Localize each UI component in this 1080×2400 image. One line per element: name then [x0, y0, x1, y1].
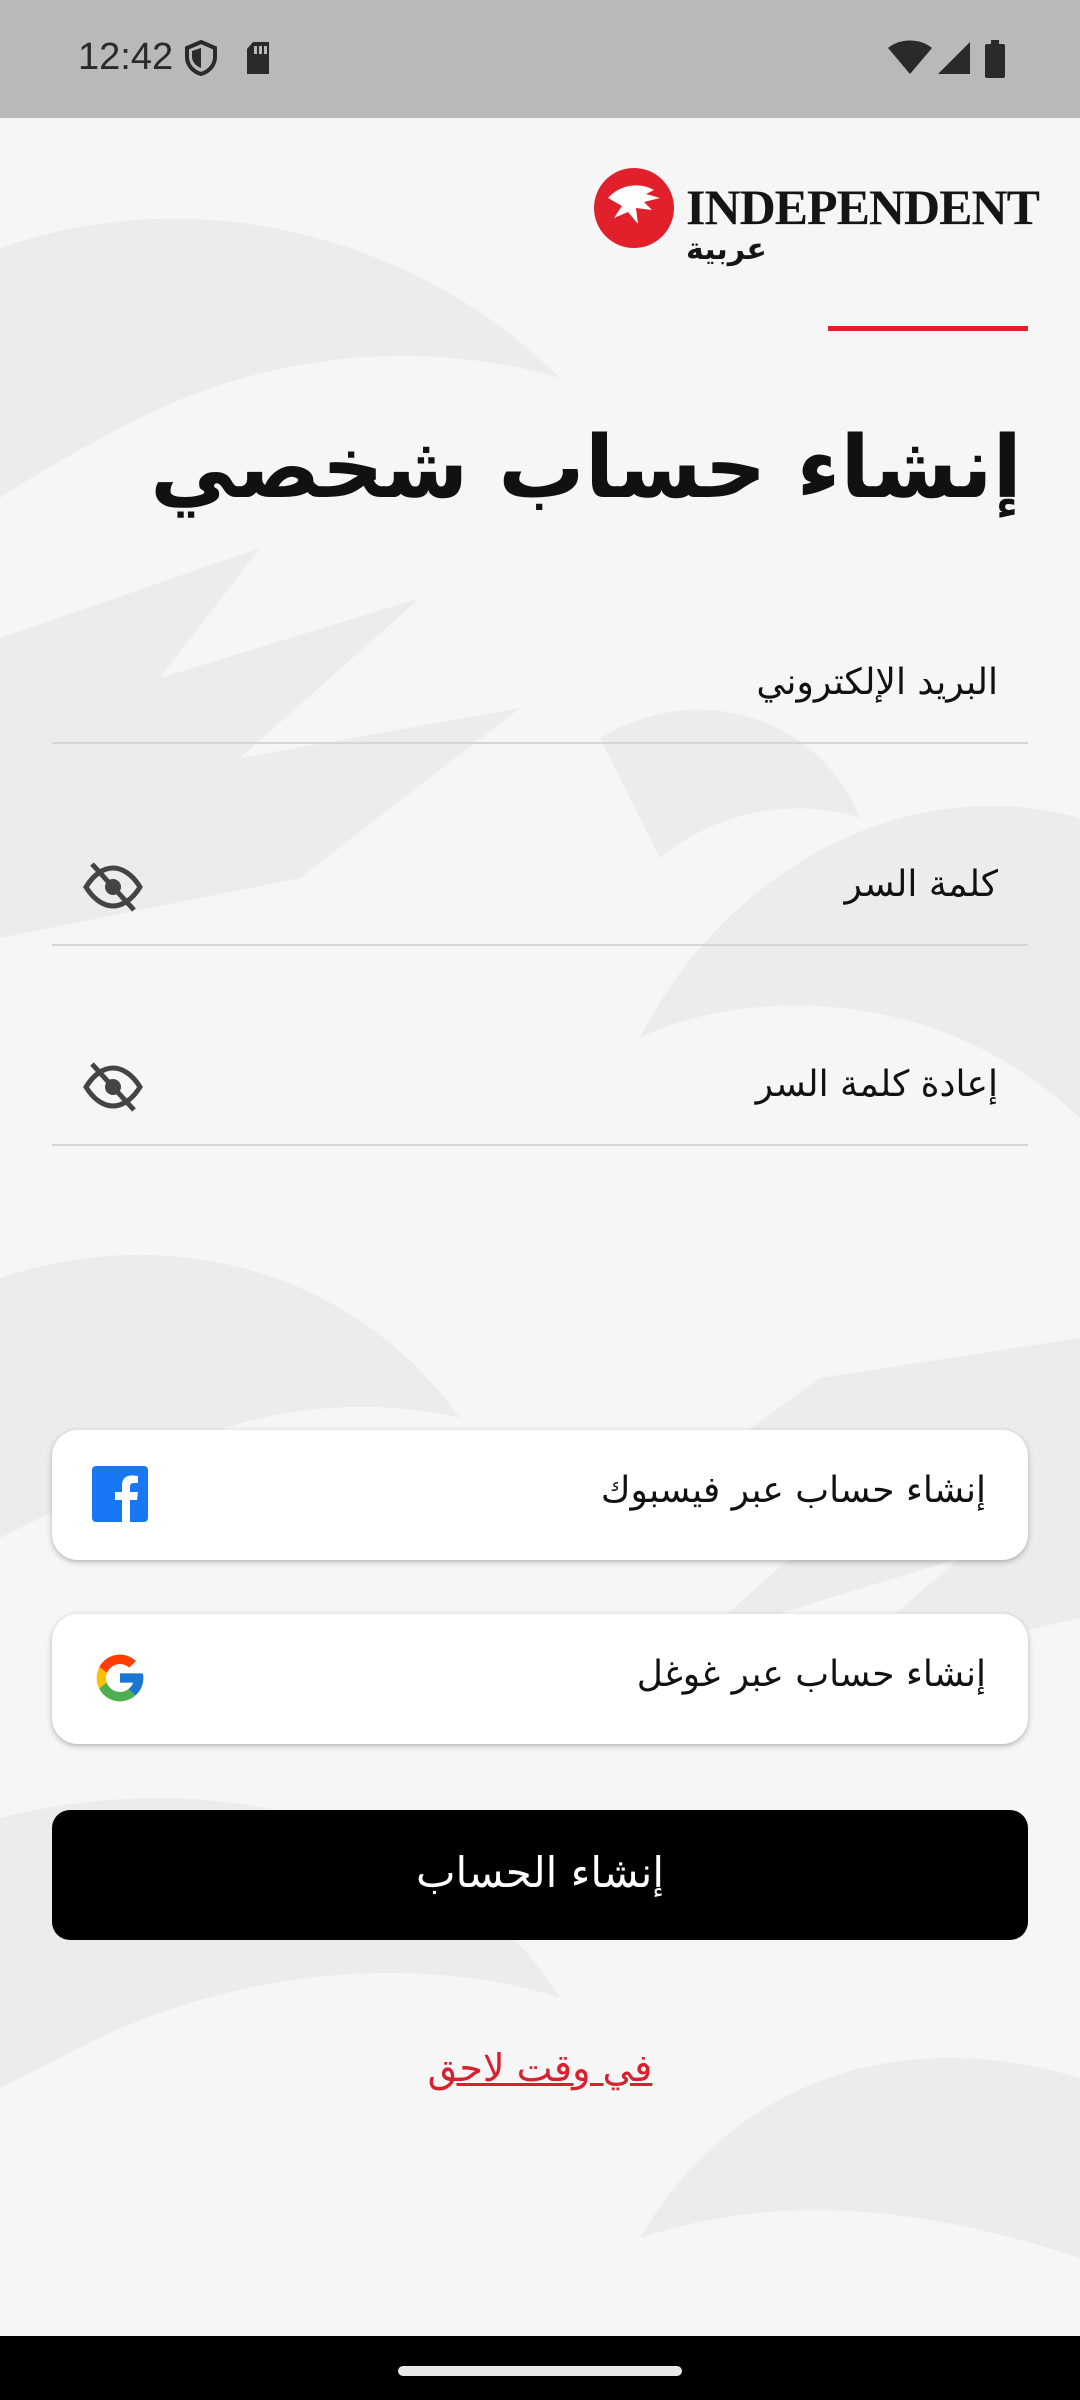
status-bar: 12:42 [0, 0, 1080, 118]
google-signup-button[interactable]: إنشاء حساب عبر غوغل [52, 1614, 1028, 1744]
facebook-signup-label: إنشاء حساب عبر فيسبوك [600, 1470, 986, 1511]
eagle-logo-icon [594, 168, 674, 248]
create-account-button[interactable]: إنشاء الحساب [52, 1810, 1028, 1940]
email-input[interactable] [172, 652, 998, 712]
email-field [52, 622, 1028, 744]
later-link[interactable]: في وقت لاحق [0, 2046, 1080, 2090]
facebook-icon [92, 1466, 148, 1522]
shield-icon [185, 40, 217, 76]
confirm-password-field [52, 1024, 1028, 1146]
page-title: إنشاء حساب شخصي [150, 418, 1022, 518]
eye-off-icon[interactable] [82, 860, 144, 914]
system-nav-bar [0, 2336, 1080, 2400]
sd-card-icon [247, 42, 269, 74]
google-signup-label: إنشاء حساب عبر غوغل [636, 1654, 986, 1695]
eye-off-icon[interactable] [82, 1060, 144, 1114]
brand-arabic-name: عربية [686, 232, 767, 267]
wifi-icon [888, 40, 932, 74]
confirm-password-input[interactable] [172, 1054, 998, 1114]
brand-logo: INDEPENDENT عربية [594, 168, 1040, 278]
battery-icon [985, 40, 1005, 78]
google-icon [96, 1654, 144, 1702]
create-account-label: إنشاء الحساب [415, 1848, 665, 1897]
home-gesture-handle[interactable] [398, 2366, 682, 2376]
cell-signal-icon [938, 42, 970, 74]
brand-name: INDEPENDENT [686, 179, 1040, 235]
status-time: 12:42 [78, 36, 174, 78]
password-field [52, 824, 1028, 946]
password-input[interactable] [172, 854, 998, 914]
accent-divider [828, 326, 1028, 331]
facebook-signup-button[interactable]: إنشاء حساب عبر فيسبوك [52, 1430, 1028, 1560]
